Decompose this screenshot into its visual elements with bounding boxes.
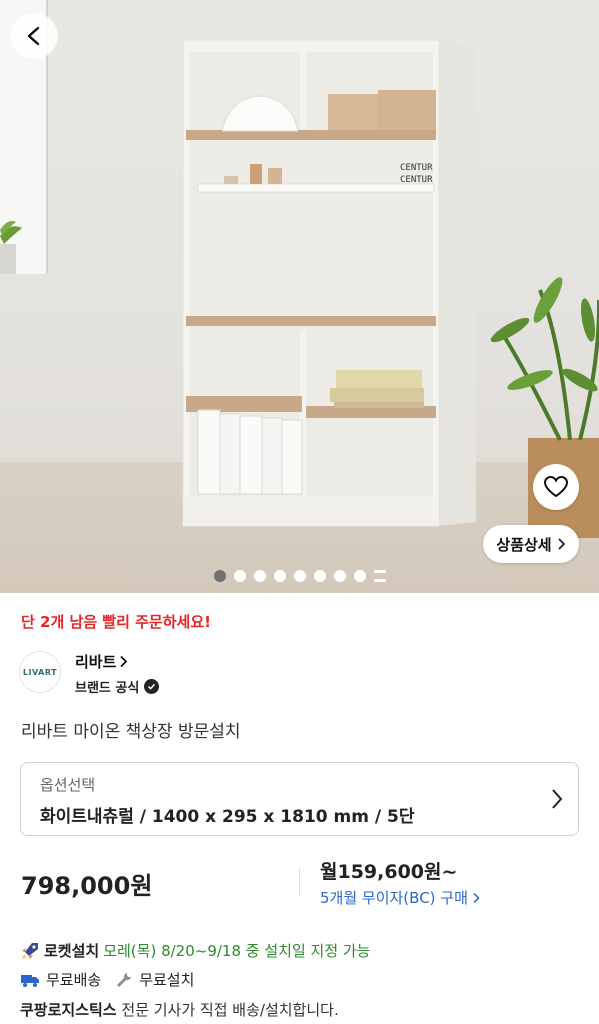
pagination-dot[interactable] xyxy=(313,570,326,582)
installment-link[interactable]: 5개월 무이자(BC) 구매 xyxy=(320,887,480,908)
logistics-desc: 전문 기사가 직접 배송/설치합니다. xyxy=(121,1001,339,1019)
rocket-install-desc: 모레(목) 8/20~9/18 중 설치일 지정 가능 xyxy=(103,942,371,960)
sale-price: 798,000원 xyxy=(21,872,153,900)
product-detail-button[interactable]: 상품상세 xyxy=(483,525,579,563)
pagination-dot[interactable] xyxy=(273,570,286,582)
option-selector[interactable]: 옵션선택 화이트내츄럴 / 1400 x 295 x 1810 mm / 5단 xyxy=(20,762,579,836)
free-service-row: 무료배송 무료설치 xyxy=(20,969,194,990)
chevron-right-icon xyxy=(120,655,128,668)
chevron-right-icon xyxy=(552,789,563,809)
chevron-right-icon xyxy=(473,892,480,903)
brand-link[interactable]: 리바트 xyxy=(75,651,128,672)
installment-label: 5개월 무이자(BC) 구매 xyxy=(320,889,468,907)
brand-official-label: 브랜드 공식 xyxy=(75,681,140,696)
logistics-name: 쿠팡로지스틱스 xyxy=(20,1001,117,1019)
heart-outline-icon xyxy=(543,475,569,498)
wishlist-button[interactable] xyxy=(533,464,579,510)
wrench-icon xyxy=(117,972,132,987)
back-button[interactable] xyxy=(10,13,58,59)
chevron-left-icon xyxy=(27,26,40,46)
product-image-gallery[interactable]: CENTUR CENTUR 상품상세 xyxy=(0,0,599,593)
pagination-more-icon[interactable] xyxy=(373,570,386,582)
price-divider xyxy=(299,868,300,896)
monthly-price: 월159,600원~ xyxy=(320,861,458,883)
brand-logo-text: LIVART xyxy=(22,667,58,677)
pagination-dot[interactable] xyxy=(293,570,306,582)
rocket-install-icon xyxy=(22,942,38,959)
brand-official: 브랜드 공식 xyxy=(75,677,160,696)
option-value: 화이트내츄럴 / 1400 x 295 x 1810 mm / 5단 xyxy=(40,807,415,827)
brand-logo[interactable]: LIVART xyxy=(19,651,61,693)
svg-text:CENTUR: CENTUR xyxy=(400,175,433,185)
chevron-right-icon xyxy=(558,538,565,550)
free-shipping-label: 무료배송 xyxy=(46,971,102,989)
option-label: 옵션선택 xyxy=(40,776,96,794)
truck-icon xyxy=(21,974,39,987)
left-plant xyxy=(0,221,22,274)
product-title: 리바트 마이온 책상장 방문설치 xyxy=(21,722,241,742)
bookshelf-image: CENTUR CENTUR xyxy=(0,39,599,538)
pagination-dot[interactable] xyxy=(353,570,366,582)
product-detail-label: 상품상세 xyxy=(496,535,552,554)
pagination-dot[interactable] xyxy=(333,570,346,582)
brand-name: 리바트 xyxy=(75,653,117,671)
verified-check-icon xyxy=(144,679,160,694)
logistics-row: 쿠팡로지스틱스 전문 기사가 직접 배송/설치합니다. xyxy=(20,999,339,1020)
stock-notice: 단 2개 남음 빨리 주문하세요! xyxy=(21,613,211,631)
gallery-pagination xyxy=(0,570,599,582)
rocket-install-row: 로켓설치 모레(목) 8/20~9/18 중 설치일 지정 가능 xyxy=(20,940,371,961)
pagination-dot[interactable] xyxy=(233,570,246,582)
pagination-dot[interactable] xyxy=(213,570,226,582)
svg-text:CENTUR: CENTUR xyxy=(400,163,433,173)
pagination-dot[interactable] xyxy=(253,570,266,582)
free-install-label: 무료설치 xyxy=(139,971,195,989)
rocket-install-title: 로켓설치 xyxy=(44,942,100,960)
